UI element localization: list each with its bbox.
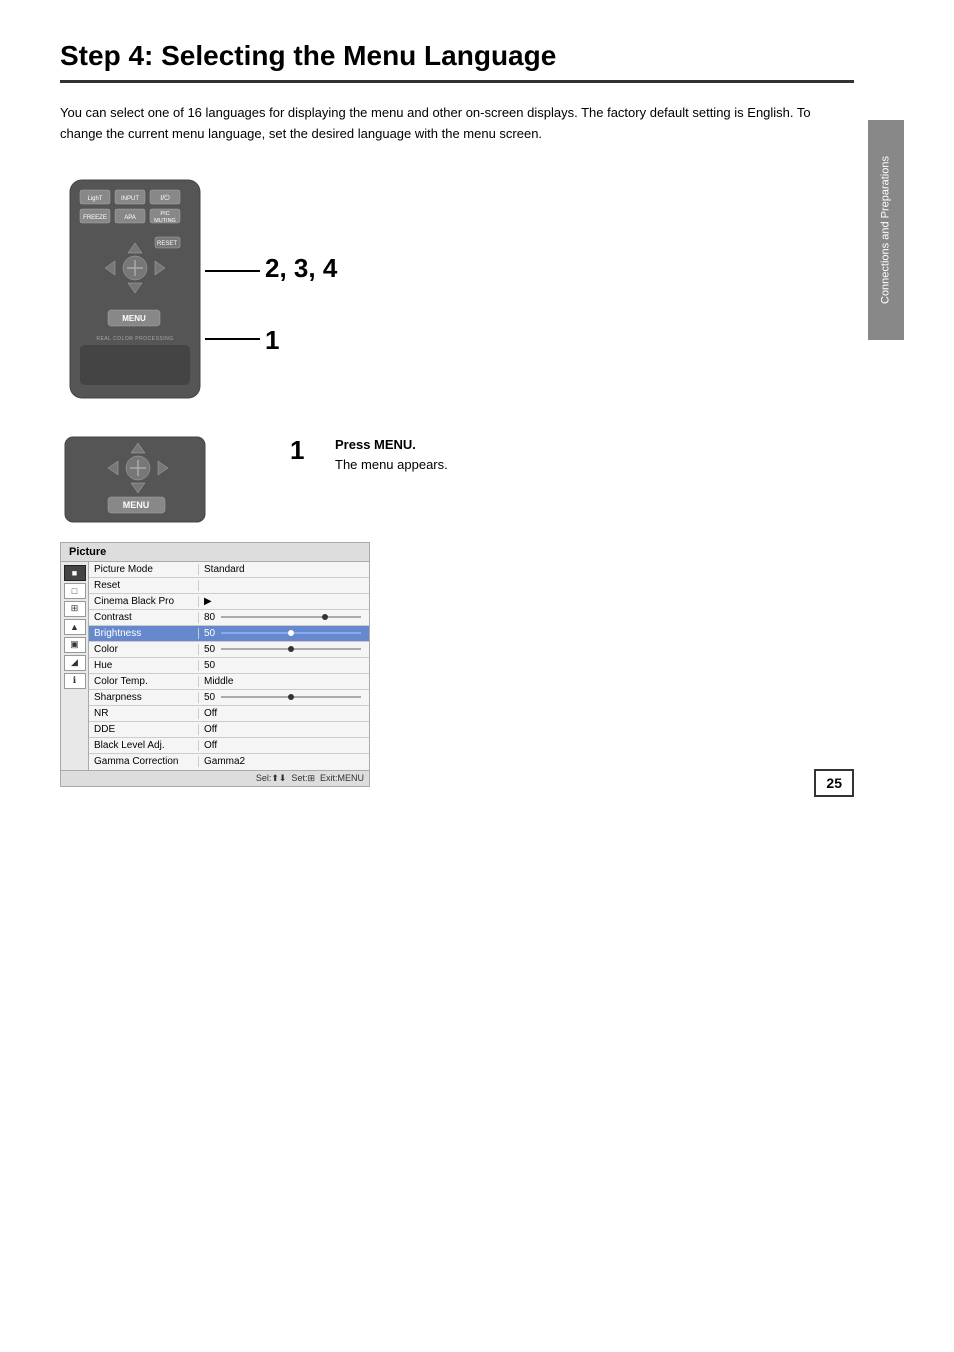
page-number: 25: [814, 769, 854, 797]
svg-text:FREEZE: FREEZE: [83, 215, 107, 221]
menu-icon-picture: ■: [64, 565, 86, 581]
svg-text:PIC: PIC: [160, 211, 169, 217]
bottom-left-panel: MENU Picture ■ □ ⊞ ▲ ▣ ◢ ℹ: [60, 435, 260, 787]
svg-text:REAL COLOR PROCESSING: REAL COLOR PROCESSING: [96, 336, 173, 342]
svg-text:MENU: MENU: [123, 500, 150, 510]
svg-text:I/⏻: I/⏻: [160, 194, 170, 202]
remote-control-diagram: LighT INPUT I/⏻ FREEZE APA PIC MUTING: [60, 175, 235, 410]
callout-234: 2, 3, 4: [265, 253, 337, 284]
svg-text:LighT: LighT: [87, 196, 102, 202]
remote-closeup-diagram: MENU: [60, 435, 260, 530]
step-description: The menu appears.: [335, 457, 448, 472]
callout-line-234: [205, 270, 260, 272]
callout-1: 1: [265, 325, 279, 356]
menu-icons-column: ■ □ ⊞ ▲ ▣ ◢ ℹ: [61, 562, 89, 770]
sidebar-tab: Connections and Preparations: [868, 120, 904, 340]
step-instructions: 1 Press MENU. The menu appears.: [290, 435, 854, 787]
svg-text:MUTING: MUTING: [154, 218, 176, 224]
step-action: Press MENU.: [335, 437, 416, 452]
callout-line-1: [205, 338, 260, 340]
menu-icon-5: ▣: [64, 637, 86, 653]
page-title: Step 4: Selecting the Menu Language: [60, 40, 854, 83]
menu-icon-6: ◢: [64, 655, 86, 671]
menu-icon-4: ▲: [64, 619, 86, 635]
svg-text:RESET: RESET: [157, 241, 177, 247]
intro-text: You can select one of 16 languages for d…: [60, 103, 854, 145]
step-number: 1: [290, 435, 320, 477]
svg-text:INPUT: INPUT: [121, 196, 139, 202]
menu-icon-2: □: [64, 583, 86, 599]
svg-text:MENU: MENU: [122, 314, 146, 323]
menu-icon-3: ⊞: [64, 601, 86, 617]
menu-icon-7: ℹ: [64, 673, 86, 689]
svg-text:APA: APA: [124, 215, 136, 221]
